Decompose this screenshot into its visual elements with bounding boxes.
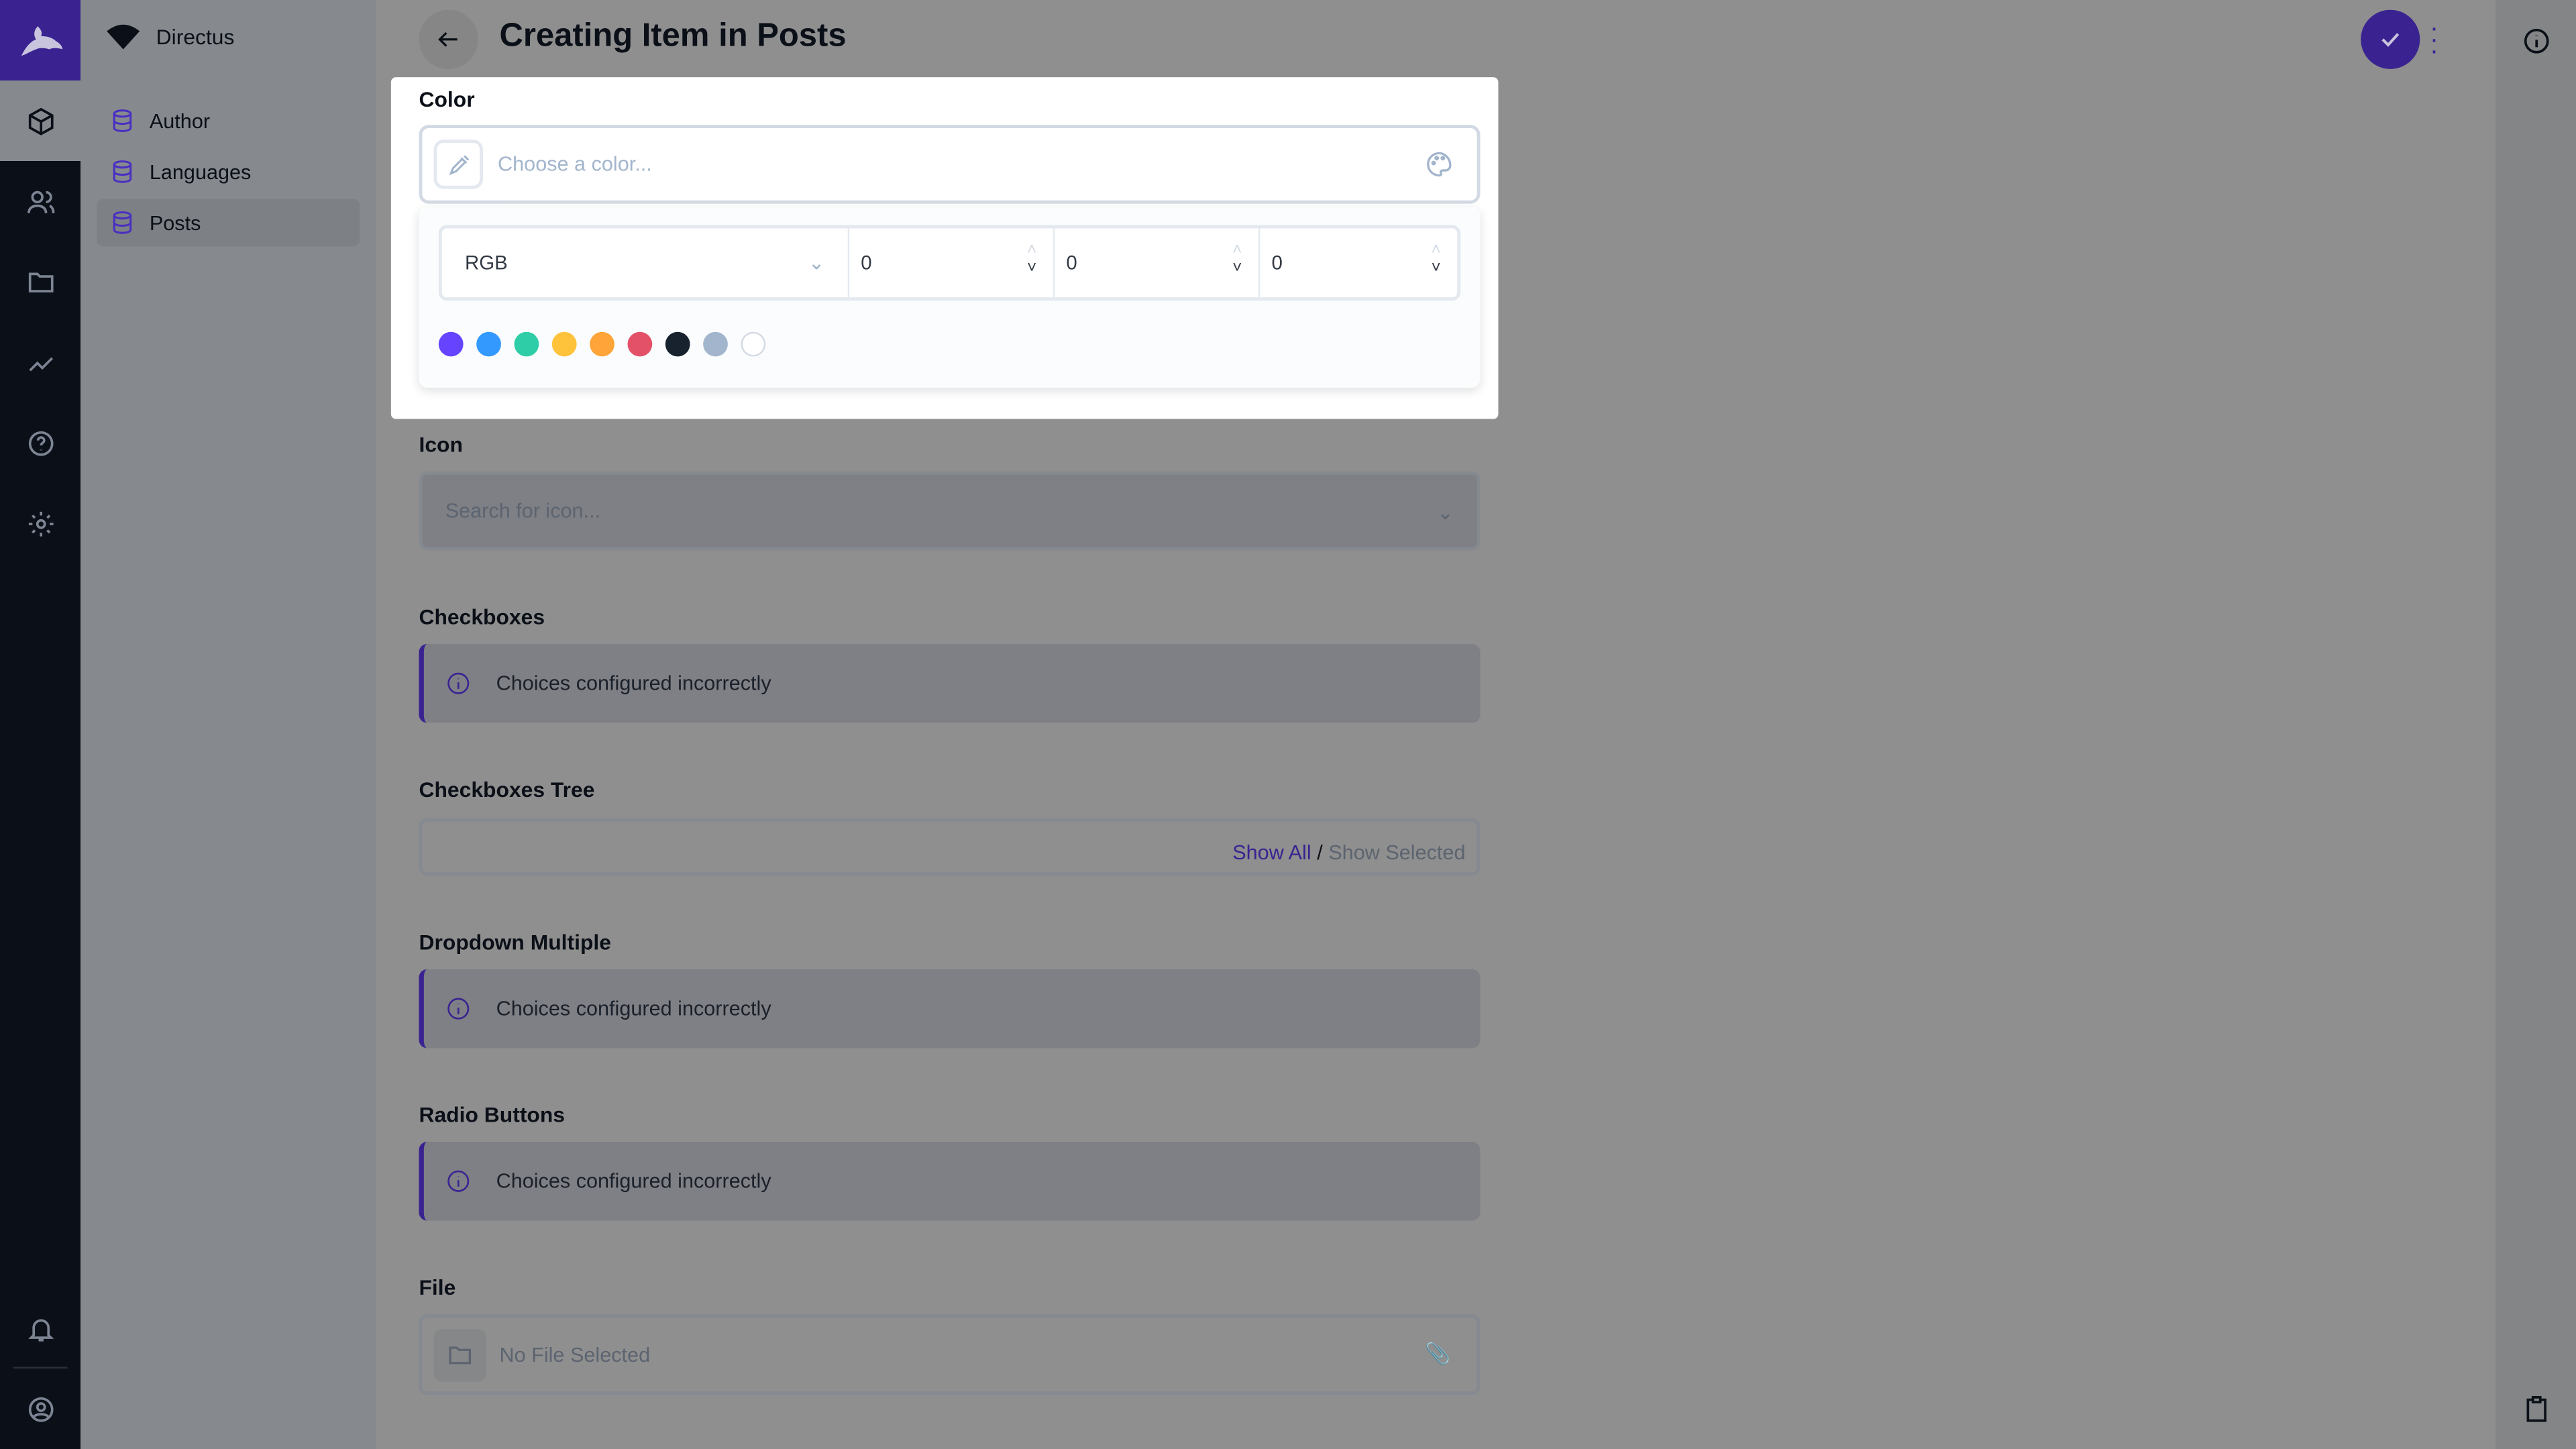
color-field-label: Color [419, 87, 475, 112]
checkboxes-tree: Show All / Show Selected [419, 818, 1481, 876]
clipboard-button[interactable] [2496, 1368, 2576, 1449]
color-preset-swatch[interactable] [438, 331, 464, 357]
stepper-icon[interactable]: ˄ ˅ [1027, 241, 1036, 278]
file-label: File [419, 1275, 456, 1300]
gear-icon [28, 511, 53, 536]
sidebar-item-posts[interactable]: Posts [97, 199, 360, 247]
color-mode-select[interactable]: RGB ⌄ [442, 228, 850, 298]
dropdown-multiple-label: Dropdown Multiple [419, 930, 611, 955]
file-input[interactable]: No File Selected 📎 [419, 1314, 1481, 1395]
settings-module-button[interactable] [0, 483, 80, 564]
database-icon [113, 160, 132, 183]
database-icon [113, 211, 132, 234]
page-title: Creating Item in Posts [499, 17, 847, 54]
show-all-link[interactable]: Show All [1232, 841, 1311, 864]
info-button[interactable] [2496, 0, 2576, 80]
color-preset-swatch[interactable] [665, 331, 690, 357]
color-preset-swatch[interactable] [476, 331, 501, 357]
module-bar [0, 0, 81, 1449]
folder-open-icon [433, 1328, 486, 1381]
palette-icon[interactable] [1424, 150, 1454, 179]
show-selected-link[interactable]: Show Selected [1328, 841, 1465, 864]
eyedropper-icon [448, 154, 469, 174]
info-sidebar [2496, 0, 2576, 1449]
users-icon [26, 190, 54, 213]
database-icon [113, 109, 132, 132]
checkboxes-notice: Choices configured incorrectly [419, 644, 1481, 723]
checkboxes-label: Checkboxes [419, 604, 545, 629]
color-preset-swatch[interactable] [551, 331, 577, 357]
help-icon [28, 430, 53, 455]
icon-field-label: Icon [419, 432, 463, 457]
color-swatch-button[interactable] [433, 140, 484, 189]
back-button[interactable] [419, 9, 478, 69]
color-preset-swatch[interactable] [590, 331, 614, 357]
arrow-left-icon [438, 32, 458, 47]
check-icon [2381, 33, 2400, 47]
red-input[interactable]: 0 ˄ ˅ [849, 228, 1055, 298]
color-picker-menu: RGB ⌄ 0 ˄ ˅ 0 ˄ ˅ 0 ˄ ˅ [419, 207, 1481, 388]
user-menu-button[interactable] [0, 1368, 80, 1449]
help-module-button[interactable] [0, 402, 80, 483]
radio-buttons-label: Radio Buttons [419, 1102, 566, 1128]
sidebar-item-languages[interactable]: Languages [97, 148, 360, 195]
users-module-button[interactable] [0, 161, 80, 241]
files-module-button[interactable] [0, 241, 80, 322]
rabbit-logo-icon [20, 25, 62, 56]
more-options-button[interactable]: · · · [2430, 15, 2438, 64]
info-icon [447, 998, 470, 1020]
color-field-popup: Color Choose a color... RGB ⌄ 0 ˄ ˅ 0 ˄ ˅ 0 ˄ ˅ [390, 77, 1499, 419]
blue-input[interactable]: 0 ˄ ˅ [1260, 228, 1457, 297]
stepper-icon[interactable]: ˄ ˅ [1232, 241, 1242, 278]
dropdown-multiple-notice: Choices configured incorrectly [419, 969, 1481, 1049]
paperclip-icon[interactable]: 📎 [1425, 1342, 1450, 1367]
sidebar-item-author[interactable]: Author [97, 97, 360, 144]
project-name[interactable]: Directus [107, 23, 234, 50]
info-icon [2523, 28, 2548, 53]
color-preset-swatch[interactable] [703, 331, 728, 357]
checkboxes-tree-label: Checkboxes Tree [419, 777, 595, 802]
stepper-icon[interactable]: ˄ ˅ [1431, 241, 1440, 278]
content-module-button[interactable] [0, 80, 81, 162]
save-button[interactable] [2361, 9, 2420, 69]
wifi-icon [107, 24, 140, 50]
color-preset-swatch[interactable] [627, 331, 653, 357]
clipboard-icon [2526, 1395, 2546, 1421]
header-bar: Creating Item in Posts · · · [376, 0, 2496, 81]
navigation-sidebar: Directus Author Languages Posts [80, 0, 376, 1449]
more-vertical-icon: · · · [2430, 15, 2439, 66]
box-icon [28, 107, 53, 135]
color-preset-swatch[interactable] [741, 331, 766, 357]
radio-buttons-notice: Choices configured incorrectly [419, 1142, 1481, 1221]
insights-icon [28, 356, 52, 371]
notifications-button[interactable] [0, 1288, 80, 1368]
info-icon [447, 672, 470, 694]
color-values-row: RGB ⌄ 0 ˄ ˅ 0 ˄ ˅ 0 ˄ ˅ [438, 225, 1461, 301]
directus-logo[interactable] [0, 0, 81, 81]
color-input[interactable]: Choose a color... [419, 125, 1481, 204]
account-circle-icon [28, 1396, 53, 1421]
preset-swatches [438, 331, 766, 357]
bell-icon [27, 1318, 54, 1341]
chevron-down-icon: ⌄ [1436, 500, 1454, 524]
chevron-down-icon: ⌄ [808, 251, 825, 274]
icon-select[interactable]: Search for icon... ⌄ [419, 471, 1481, 551]
color-preset-swatch[interactable] [514, 331, 539, 357]
insights-module-button[interactable] [0, 322, 80, 402]
info-icon [447, 1170, 470, 1192]
folder-icon [28, 272, 53, 292]
green-input[interactable]: 0 ˄ ˅ [1055, 228, 1260, 298]
